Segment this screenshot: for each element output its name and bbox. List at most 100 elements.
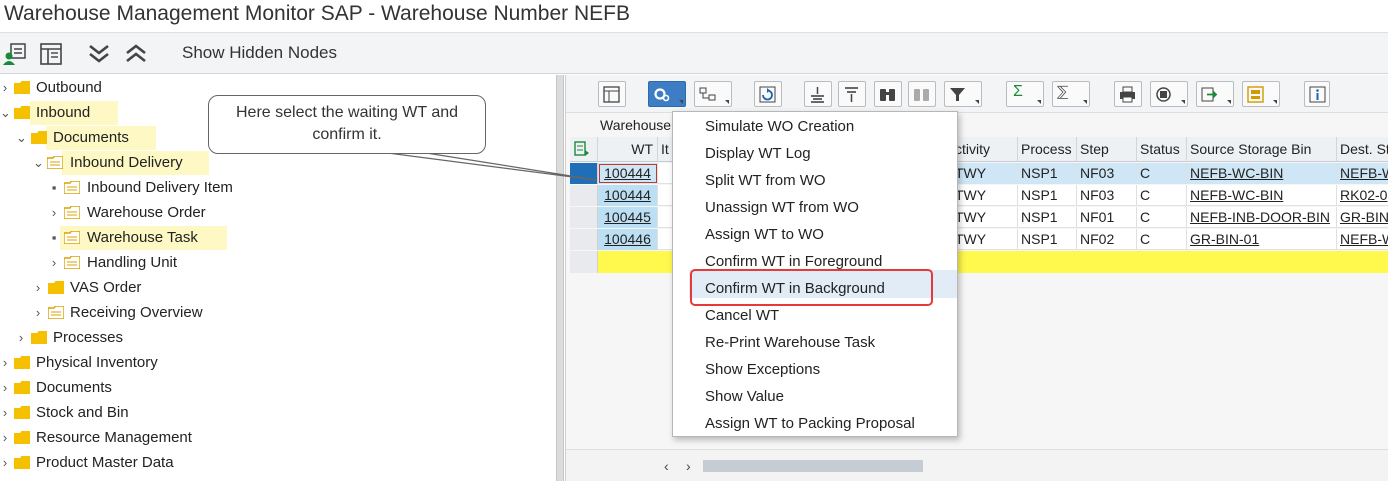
col-process[interactable]: Process xyxy=(1018,137,1077,162)
horizontal-scrollbar[interactable]: ‹ › xyxy=(566,449,1388,481)
scroll-left-icon[interactable]: ‹ xyxy=(664,458,669,474)
tree-node-inbound[interactable]: ⌄ Inbound xyxy=(0,101,200,125)
grid-settings-icon xyxy=(574,141,589,156)
export-button[interactable] xyxy=(1196,81,1234,107)
tree-node-vas-order[interactable]: › VAS Order xyxy=(0,276,250,300)
row-selector[interactable] xyxy=(570,229,598,250)
tree-node-warehouse-task[interactable]: ▪ Warehouse Task xyxy=(0,226,250,250)
wt-link[interactable]: 100445 xyxy=(598,207,658,228)
chevron-right-icon[interactable]: › xyxy=(0,376,10,400)
select-all-icon[interactable] xyxy=(570,137,598,162)
views-button[interactable] xyxy=(1150,81,1188,107)
chevron-right-icon[interactable]: › xyxy=(0,426,10,450)
menu-item-assign-wt-to-wo[interactable]: Assign WT to WO xyxy=(705,221,824,248)
cell-source-bin[interactable]: NEFB-WC-BIN xyxy=(1187,163,1337,184)
tree-node-handling-unit[interactable]: › Handling Unit xyxy=(0,251,250,275)
cell-status: C xyxy=(1137,207,1187,228)
menu-item-split-wt-from-wo[interactable]: Split WT from WO xyxy=(705,167,826,194)
dropdown-arrow-icon xyxy=(725,100,729,104)
wt-link[interactable]: 100446 xyxy=(598,229,658,250)
col-step[interactable]: Step xyxy=(1077,137,1137,162)
chevron-right-icon[interactable]: › xyxy=(0,401,10,425)
tree-node-processes[interactable]: › Processes xyxy=(0,326,250,350)
chevron-right-icon[interactable]: › xyxy=(0,351,10,375)
folder-icon xyxy=(14,381,30,394)
show-hidden-nodes-button[interactable]: Show Hidden Nodes xyxy=(182,42,337,64)
tree-node-warehouse-order[interactable]: › Warehouse Order xyxy=(0,201,250,225)
cell-dest-bin[interactable]: RK02-0 xyxy=(1337,185,1388,206)
cell-dest-bin[interactable]: NEFB-W xyxy=(1337,163,1388,184)
col-source-storage-bin[interactable]: Source Storage Bin xyxy=(1187,137,1337,162)
scroll-right-icon[interactable]: › xyxy=(686,458,691,474)
layout-select-button[interactable] xyxy=(1242,81,1280,107)
refresh-button[interactable] xyxy=(754,81,782,107)
cell-source-bin[interactable]: GR-BIN-01 xyxy=(1187,229,1337,250)
collapse-all-icon[interactable] xyxy=(123,41,149,67)
tree-node-stock-and-bin[interactable]: › Stock and Bin xyxy=(0,401,250,425)
layout-button[interactable] xyxy=(598,81,626,107)
tree-node-outbound[interactable]: › Outbound xyxy=(0,76,200,100)
subtotal-button[interactable]: ⅀ xyxy=(1052,81,1090,107)
col-activity[interactable]: ctivity xyxy=(952,137,1018,162)
menu-item-show-exceptions[interactable]: Show Exceptions xyxy=(705,356,820,383)
total-button[interactable]: Σ xyxy=(1006,81,1044,107)
sort-button[interactable] xyxy=(838,81,866,107)
user-tree-icon[interactable] xyxy=(2,41,28,67)
tree-node-documents[interactable]: ⌄ Documents xyxy=(0,126,200,150)
chevron-down-icon[interactable]: ⌄ xyxy=(33,151,44,175)
folder-icon xyxy=(14,431,30,444)
expand-all-icon[interactable] xyxy=(86,41,112,67)
tree-node-receiving-overview[interactable]: › Receiving Overview xyxy=(0,301,250,325)
chevron-right-icon[interactable]: › xyxy=(16,326,26,350)
scroll-thumb[interactable] xyxy=(703,460,923,472)
tree-node-documents-root[interactable]: › Documents xyxy=(0,376,250,400)
menu-item-show-value[interactable]: Show Value xyxy=(705,383,784,410)
menu-item-reprint-warehouse-task[interactable]: Re-Print Warehouse Task xyxy=(705,329,875,356)
filter-button[interactable] xyxy=(944,81,982,107)
print-button[interactable] xyxy=(1114,81,1142,107)
col-dest-storage-bin[interactable]: Dest. St xyxy=(1337,137,1388,162)
chevron-right-icon[interactable]: › xyxy=(33,301,43,325)
tree-node-inbound-delivery[interactable]: ⌄ Inbound Delivery xyxy=(0,151,220,175)
row-selector xyxy=(570,251,598,273)
cell-dest-bin[interactable]: NEFB-W xyxy=(1337,229,1388,250)
cell-status: C xyxy=(1137,185,1187,206)
find-next-button[interactable] xyxy=(908,81,936,107)
more-methods-button[interactable] xyxy=(648,81,686,107)
find-button[interactable] xyxy=(874,81,902,107)
tree-node-physical-inventory[interactable]: › Physical Inventory xyxy=(0,351,250,375)
menu-item-simulate-wo-creation[interactable]: Simulate WO Creation xyxy=(705,113,854,140)
wt-link[interactable]: 100444 xyxy=(598,163,658,184)
chevron-right-icon[interactable]: › xyxy=(0,451,10,475)
menu-item-assign-wt-packing-proposal[interactable]: Assign WT to Packing Proposal xyxy=(705,410,915,437)
chevron-right-icon[interactable]: › xyxy=(49,201,59,225)
tree-node-inbound-delivery-item[interactable]: ▪ Inbound Delivery Item xyxy=(0,176,250,200)
chevron-down-icon[interactable]: ⌄ xyxy=(0,101,11,125)
menu-item-unassign-wt-from-wo[interactable]: Unassign WT from WO xyxy=(705,194,859,221)
layout-icon[interactable] xyxy=(38,41,64,67)
gear-icon xyxy=(654,88,670,102)
folder-icon xyxy=(14,356,30,369)
chevron-down-icon[interactable]: ⌄ xyxy=(16,126,27,150)
tree-node-product-master-data[interactable]: › Product Master Data xyxy=(0,451,250,475)
cell-source-bin[interactable]: NEFB-INB-DOOR-BIN xyxy=(1187,207,1337,228)
col-status[interactable]: Status xyxy=(1137,137,1187,162)
pane-splitter[interactable] xyxy=(556,75,564,481)
info-button[interactable] xyxy=(1304,81,1330,107)
align-button[interactable] xyxy=(804,81,832,107)
cell-dest-bin[interactable]: GR-BIN xyxy=(1337,207,1388,228)
row-selector[interactable] xyxy=(570,163,598,184)
chevron-right-icon[interactable]: › xyxy=(49,251,59,275)
chevron-right-icon[interactable]: › xyxy=(33,276,43,300)
menu-item-display-wt-log[interactable]: Display WT Log xyxy=(705,140,811,167)
cell-source-bin[interactable]: NEFB-WC-BIN xyxy=(1187,185,1337,206)
menu-item-cancel-wt[interactable]: Cancel WT xyxy=(705,302,779,329)
wt-link[interactable]: 100444 xyxy=(598,185,658,206)
tree-node-resource-management[interactable]: › Resource Management xyxy=(0,426,250,450)
chevron-right-icon[interactable]: › xyxy=(0,76,10,100)
tree-node-label: Outbound xyxy=(36,79,102,96)
row-selector[interactable] xyxy=(570,207,598,228)
col-wt[interactable]: WT xyxy=(598,137,658,162)
assign-button[interactable] xyxy=(694,81,732,107)
row-selector[interactable] xyxy=(570,185,598,206)
